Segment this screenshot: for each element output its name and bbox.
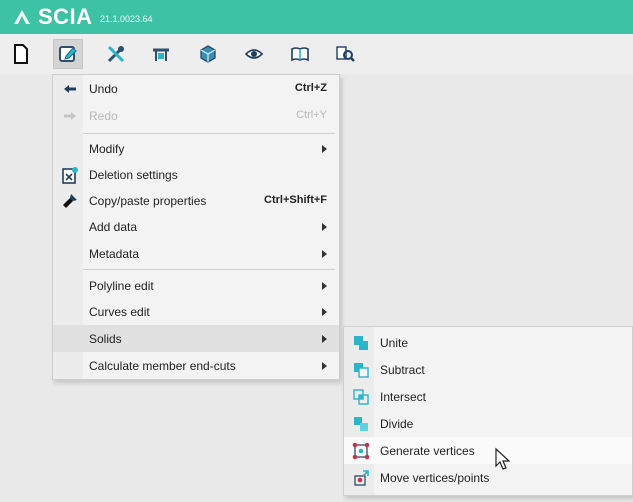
tools-button[interactable] bbox=[101, 39, 131, 69]
submenu-item-generate-vertices[interactable]: Generate vertices bbox=[344, 437, 632, 464]
menu-item-label: Move vertices/points bbox=[380, 471, 490, 485]
menu-item-label: Calculate member end-cuts bbox=[89, 359, 236, 373]
menu-item-undo[interactable]: Undo Ctrl+Z bbox=[53, 75, 339, 102]
structure-button[interactable] bbox=[146, 39, 176, 69]
deletion-settings-icon bbox=[62, 167, 78, 184]
menu-item-curves-edit[interactable]: Curves edit bbox=[53, 298, 339, 325]
submenu-arrow-icon bbox=[322, 145, 327, 153]
menu-item-solids[interactable]: Solids bbox=[53, 325, 339, 352]
menu-item-label: Redo bbox=[89, 109, 118, 123]
menu-item-label: Polyline edit bbox=[89, 279, 154, 293]
new-document-button[interactable] bbox=[6, 39, 36, 69]
submenu-arrow-icon bbox=[322, 250, 327, 258]
menu-item-calculate-member-end-cuts[interactable]: Calculate member end-cuts bbox=[53, 352, 339, 379]
menu-item-shortcut: Ctrl+Y bbox=[296, 109, 327, 121]
menu-item-label: Unite bbox=[380, 336, 409, 350]
menu-item-label: Intersect bbox=[380, 390, 427, 404]
menu-item-deletion-settings[interactable]: Deletion settings bbox=[53, 161, 339, 188]
menu-item-polyline-edit[interactable]: Polyline edit bbox=[53, 272, 339, 299]
menu-item-modify[interactable]: Modify bbox=[53, 135, 339, 162]
brush-icon bbox=[63, 194, 77, 208]
app-name: SCIA bbox=[38, 4, 93, 29]
submenu-item-subtract[interactable]: Subtract bbox=[344, 356, 632, 383]
submenu-item-divide[interactable]: Divide bbox=[344, 410, 632, 437]
edit-button[interactable] bbox=[53, 39, 83, 69]
menu-item-label: Add data bbox=[89, 220, 138, 234]
tools-icon bbox=[107, 45, 125, 63]
menu-item-label: Undo bbox=[89, 82, 118, 96]
menu-item-copy-paste-properties[interactable]: Copy/paste properties Ctrl+Shift+F bbox=[53, 187, 339, 214]
menu-item-label: Generate vertices bbox=[380, 444, 475, 458]
submenu-arrow-icon bbox=[322, 362, 327, 370]
submenu-arrow-icon bbox=[322, 308, 327, 316]
menu-item-label: Divide bbox=[380, 417, 414, 431]
menu-item-metadata[interactable]: Metadata bbox=[53, 240, 339, 267]
mouse-pointer-icon bbox=[495, 447, 511, 470]
submenu-item-intersect[interactable]: Intersect bbox=[344, 383, 632, 410]
redo-icon bbox=[64, 112, 76, 120]
menu-item-label: Solids bbox=[89, 332, 122, 346]
menu-item-shortcut: Ctrl+Shift+F bbox=[264, 194, 327, 206]
book-icon bbox=[291, 47, 309, 62]
new-document-icon bbox=[14, 44, 28, 64]
menu-item-label: Deletion settings bbox=[89, 168, 178, 182]
structure-icon bbox=[153, 48, 169, 61]
eye-icon bbox=[244, 49, 264, 59]
eye-button[interactable] bbox=[239, 39, 269, 69]
submenu-arrow-icon bbox=[322, 223, 327, 231]
view-3d-button[interactable] bbox=[193, 39, 223, 69]
submenu-item-unite[interactable]: Unite bbox=[344, 329, 632, 356]
menu-item-shortcut: Ctrl+Z bbox=[294, 82, 327, 94]
move-vertices-icon bbox=[354, 470, 369, 486]
divide-icon bbox=[354, 417, 368, 431]
book-button[interactable] bbox=[285, 39, 315, 69]
menu-item-label: Copy/paste properties bbox=[89, 194, 207, 208]
app-version: 21.1.0023.64 bbox=[100, 14, 153, 24]
generate-vertices-icon bbox=[352, 442, 370, 460]
intersect-icon bbox=[353, 389, 369, 405]
menu-item-label: Metadata bbox=[89, 247, 140, 261]
undo-icon bbox=[64, 85, 76, 93]
subtract-icon bbox=[354, 363, 369, 378]
title-bar: SCIA 21.1.0023.64 bbox=[0, 0, 633, 34]
menu-separator bbox=[83, 133, 335, 134]
solids-submenu: Unite Subtract Intersect Divide Generate… bbox=[343, 326, 633, 496]
menu-item-redo: Redo Ctrl+Y bbox=[53, 102, 339, 129]
scia-logo-icon bbox=[14, 10, 30, 24]
menu-item-label: Curves edit bbox=[89, 305, 150, 319]
unite-icon bbox=[354, 336, 368, 350]
edit-menu: Undo Ctrl+Z Redo Ctrl+Y Modify Deletion … bbox=[52, 74, 340, 380]
inspect-icon bbox=[336, 46, 355, 62]
submenu-arrow-icon bbox=[322, 335, 327, 343]
inspect-button[interactable] bbox=[330, 39, 360, 69]
menu-item-label: Subtract bbox=[380, 363, 425, 377]
edit-icon bbox=[59, 46, 77, 62]
main-toolbar bbox=[0, 34, 633, 74]
submenu-item-move-vertices-points[interactable]: Move vertices/points bbox=[344, 464, 632, 491]
menu-item-add-data[interactable]: Add data bbox=[53, 213, 339, 240]
menu-item-label: Modify bbox=[89, 142, 125, 156]
view-3d-icon bbox=[200, 45, 216, 63]
menu-separator bbox=[83, 269, 335, 270]
submenu-arrow-icon bbox=[322, 282, 327, 290]
